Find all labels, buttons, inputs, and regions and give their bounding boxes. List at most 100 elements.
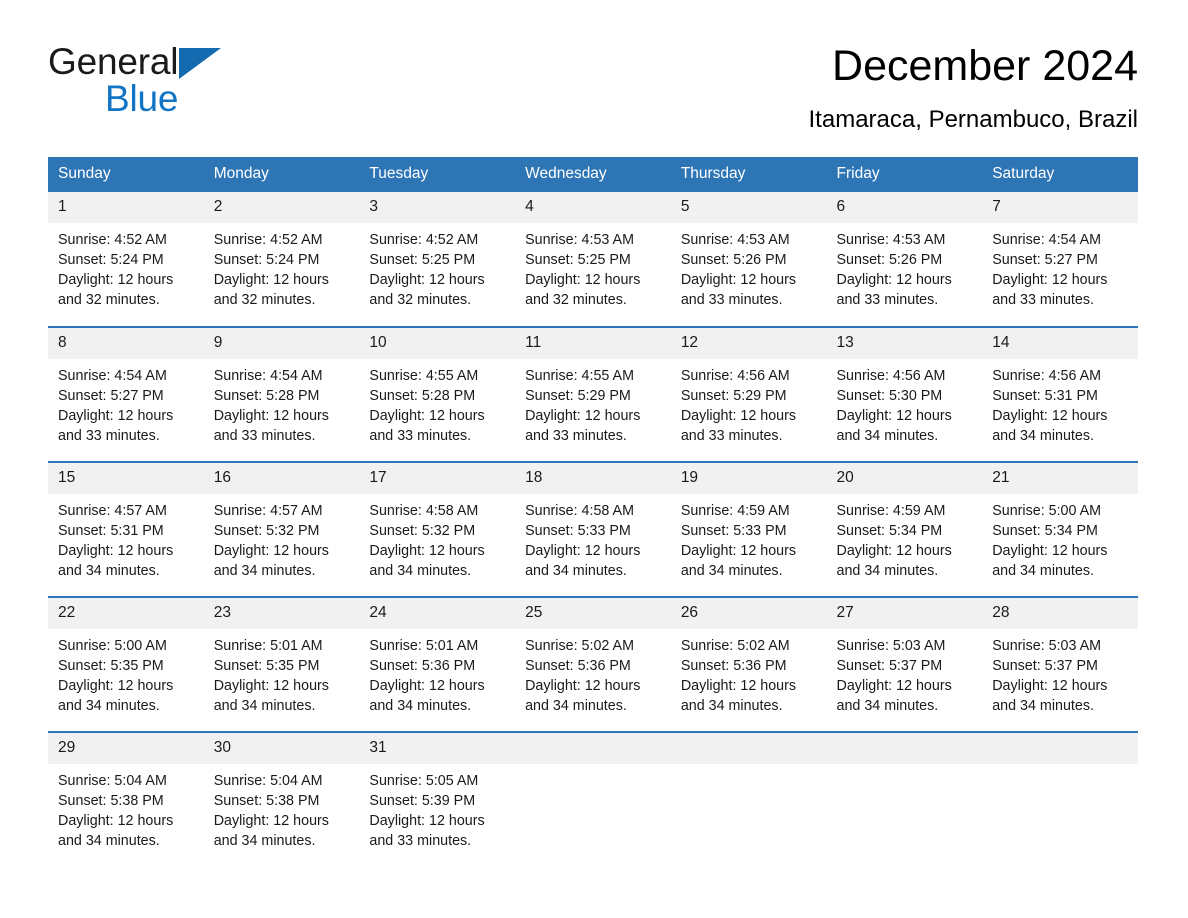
day-number [982, 733, 1138, 764]
daylight-text: Daylight: 12 hours and 33 minutes. [680, 408, 797, 444]
day-number: 12 [670, 328, 827, 359]
day-cell[interactable]: 4 Sunrise: 4:53 AM Sunset: 5:25 PM Daylight… [515, 192, 671, 327]
weekday-header-thursday: Thursday [670, 157, 827, 192]
day-cell[interactable]: 13 Sunrise: 4:56 AM Sunset: 5:30 PM Dayligh… [826, 326, 983, 462]
sunset-text: Sunset: 5:37 PM [836, 658, 943, 674]
day-cell[interactable]: 1 Sunrise: 4:52 AM Sunset: 5:24 PM Daylight… [48, 192, 204, 327]
daylight-text: Daylight: 12 hours and 34 minutes. [836, 678, 952, 714]
day-cell[interactable]: 10 Sunrise: 4:55 AM Sunset: 5:28 PM Dayligh… [359, 326, 516, 462]
title-block: December 2024 Itamaraca, Pernambuco, Bra… [438, 40, 1138, 134]
day-number: 25 [515, 598, 671, 629]
sunrise-text: Sunrise: 4:58 AM [369, 503, 479, 519]
day-details: Sunrise: 5:04 AM Sunset: 5:38 PM Daylight:… [204, 764, 360, 851]
calendar-week-row: 15 Sunrise: 4:57 AM Sunset: 5:31 PM Dayligh… [48, 461, 1138, 597]
day-cell[interactable]: 11 Sunrise: 4:55 AM Sunset: 5:29 PM Dayligh… [515, 326, 671, 462]
weekday-header-monday: Monday [203, 157, 360, 192]
day-number: 7 [982, 192, 1138, 223]
day-cell[interactable]: 15 Sunrise: 4:57 AM Sunset: 5:31 PM Dayligh… [48, 461, 204, 597]
day-cell[interactable]: 9 Sunrise: 4:54 AM Sunset: 5:28 PM Daylight… [203, 326, 360, 462]
day-cell[interactable]: 22 Sunrise: 5:00 AM Sunset: 5:35 PM Dayligh… [48, 596, 204, 732]
sunrise-text: Sunrise: 5:02 AM [525, 638, 634, 654]
day-number: 27 [826, 598, 983, 629]
sunset-text: Sunset: 5:32 PM [213, 523, 320, 539]
sunrise-text: Sunrise: 4:52 AM [213, 232, 323, 248]
day-cell[interactable]: 30 Sunrise: 5:04 AM Sunset: 5:38 PM Dayligh… [203, 731, 360, 867]
day-details: Sunrise: 5:03 AM Sunset: 5:37 PM Daylight:… [827, 629, 983, 716]
day-cell[interactable]: 6 Sunrise: 4:53 AM Sunset: 5:26 PM Daylight… [826, 192, 983, 327]
sunset-text: Sunset: 5:25 PM [369, 252, 476, 268]
sunrise-text: Sunrise: 4:54 AM [992, 232, 1102, 248]
daylight-text: Daylight: 12 hours and 33 minutes. [992, 272, 1108, 308]
day-cell[interactable]: 26 Sunrise: 5:02 AM Sunset: 5:36 PM Dayligh… [670, 596, 827, 732]
daylight-text: Daylight: 12 hours and 34 minutes. [369, 678, 485, 714]
sunrise-text: Sunrise: 4:53 AM [680, 232, 790, 248]
day-number: 16 [203, 463, 360, 494]
day-cell[interactable]: 20 Sunrise: 4:59 AM Sunset: 5:34 PM Dayligh… [826, 461, 983, 597]
sunrise-text: Sunrise: 5:03 AM [836, 638, 946, 654]
logo-line-two: Blue [48, 77, 328, 129]
day-details: Sunrise: 4:56 AM Sunset: 5:31 PM Daylight:… [982, 359, 1138, 446]
day-cell[interactable]: 29 Sunrise: 5:04 AM Sunset: 5:38 PM Dayligh… [48, 731, 204, 867]
sunrise-text: Sunrise: 4:52 AM [58, 232, 167, 248]
sunset-text: Sunset: 5:33 PM [680, 523, 787, 539]
calendar-page: General Blue December 2024 Itamaraca, Pe… [0, 0, 1188, 918]
day-number [826, 733, 983, 764]
weekday-header-sunday: Sunday [48, 157, 204, 192]
daylight-text: Daylight: 12 hours and 33 minutes. [680, 272, 797, 308]
daylight-text: Daylight: 12 hours and 33 minutes. [213, 408, 329, 444]
day-cell[interactable]: 21 Sunrise: 5:00 AM Sunset: 5:34 PM Dayligh… [982, 461, 1138, 597]
day-cell-empty [515, 731, 671, 867]
day-cell[interactable]: 27 Sunrise: 5:03 AM Sunset: 5:37 PM Dayligh… [826, 596, 983, 732]
sunrise-text: Sunrise: 5:04 AM [213, 773, 323, 789]
day-number: 15 [48, 463, 204, 494]
day-number: 20 [826, 463, 983, 494]
day-cell[interactable]: 28 Sunrise: 5:03 AM Sunset: 5:37 PM Dayligh… [982, 596, 1138, 732]
day-cell[interactable]: 3 Sunrise: 4:52 AM Sunset: 5:25 PM Daylight… [359, 192, 516, 327]
generalblue-logo[interactable]: General Blue [48, 40, 328, 119]
sunrise-text: Sunrise: 4:56 AM [836, 368, 946, 384]
sunrise-text: Sunrise: 5:05 AM [369, 773, 479, 789]
day-cell[interactable]: 31 Sunrise: 5:05 AM Sunset: 5:39 PM Dayligh… [359, 731, 516, 867]
day-cell[interactable]: 19 Sunrise: 4:59 AM Sunset: 5:33 PM Dayligh… [670, 461, 827, 597]
day-cell[interactable]: 7 Sunrise: 4:54 AM Sunset: 5:27 PM Daylight… [982, 192, 1138, 327]
sunset-text: Sunset: 5:29 PM [525, 388, 631, 404]
sunrise-text: Sunrise: 4:57 AM [58, 503, 167, 519]
sunset-text: Sunset: 5:38 PM [58, 793, 164, 809]
sunrise-text: Sunrise: 5:00 AM [58, 638, 167, 654]
day-details: Sunrise: 4:54 AM Sunset: 5:28 PM Daylight:… [204, 359, 360, 446]
triangle-icon [179, 48, 222, 79]
daylight-text: Daylight: 12 hours and 34 minutes. [836, 543, 952, 579]
day-number: 11 [515, 328, 671, 359]
calendar-week-row: 29 Sunrise: 5:04 AM Sunset: 5:38 PM Dayligh… [48, 731, 1138, 867]
day-cell[interactable]: 16 Sunrise: 4:57 AM Sunset: 5:32 PM Dayligh… [203, 461, 360, 597]
day-cell[interactable]: 12 Sunrise: 4:56 AM Sunset: 5:29 PM Dayligh… [670, 326, 827, 462]
daylight-text: Daylight: 12 hours and 33 minutes. [836, 272, 952, 308]
day-cell[interactable]: 5 Sunrise: 4:53 AM Sunset: 5:26 PM Daylight… [670, 192, 827, 327]
day-cell[interactable]: 14 Sunrise: 4:56 AM Sunset: 5:31 PM Dayligh… [982, 326, 1138, 462]
sunrise-text: Sunrise: 4:53 AM [525, 232, 634, 248]
day-cell[interactable]: 18 Sunrise: 4:58 AM Sunset: 5:33 PM Dayligh… [515, 461, 671, 597]
logo-text-general: General [48, 41, 179, 82]
day-cell[interactable]: 2 Sunrise: 4:52 AM Sunset: 5:24 PM Daylight… [203, 192, 360, 327]
daylight-text: Daylight: 12 hours and 34 minutes. [992, 543, 1108, 579]
sunset-text: Sunset: 5:31 PM [58, 523, 164, 539]
day-cell[interactable]: 8 Sunrise: 4:54 AM Sunset: 5:27 PM Daylight… [48, 326, 204, 462]
sunset-text: Sunset: 5:33 PM [525, 523, 631, 539]
sunrise-text: Sunrise: 4:55 AM [525, 368, 634, 384]
day-number: 14 [982, 328, 1138, 359]
day-cell[interactable]: 24 Sunrise: 5:01 AM Sunset: 5:36 PM Dayligh… [359, 596, 516, 732]
day-details: Sunrise: 5:01 AM Sunset: 5:35 PM Daylight:… [204, 629, 360, 716]
calendar-week-row: 22 Sunrise: 5:00 AM Sunset: 5:35 PM Dayligh… [48, 596, 1138, 732]
day-number: 6 [826, 192, 983, 223]
daylight-text: Daylight: 12 hours and 34 minutes. [525, 543, 641, 579]
day-details: Sunrise: 5:05 AM Sunset: 5:39 PM Daylight:… [359, 764, 515, 851]
day-cell[interactable]: 25 Sunrise: 5:02 AM Sunset: 5:36 PM Dayligh… [515, 596, 671, 732]
day-cell[interactable]: 17 Sunrise: 4:58 AM Sunset: 5:32 PM Dayligh… [359, 461, 516, 597]
daylight-text: Daylight: 12 hours and 32 minutes. [213, 272, 329, 308]
day-cell[interactable]: 23 Sunrise: 5:01 AM Sunset: 5:35 PM Dayligh… [203, 596, 360, 732]
day-details: Sunrise: 4:53 AM Sunset: 5:26 PM Daylight:… [827, 223, 983, 310]
day-number: 19 [670, 463, 827, 494]
day-number: 9 [203, 328, 360, 359]
sunrise-text: Sunrise: 4:54 AM [58, 368, 167, 384]
day-number: 18 [515, 463, 671, 494]
